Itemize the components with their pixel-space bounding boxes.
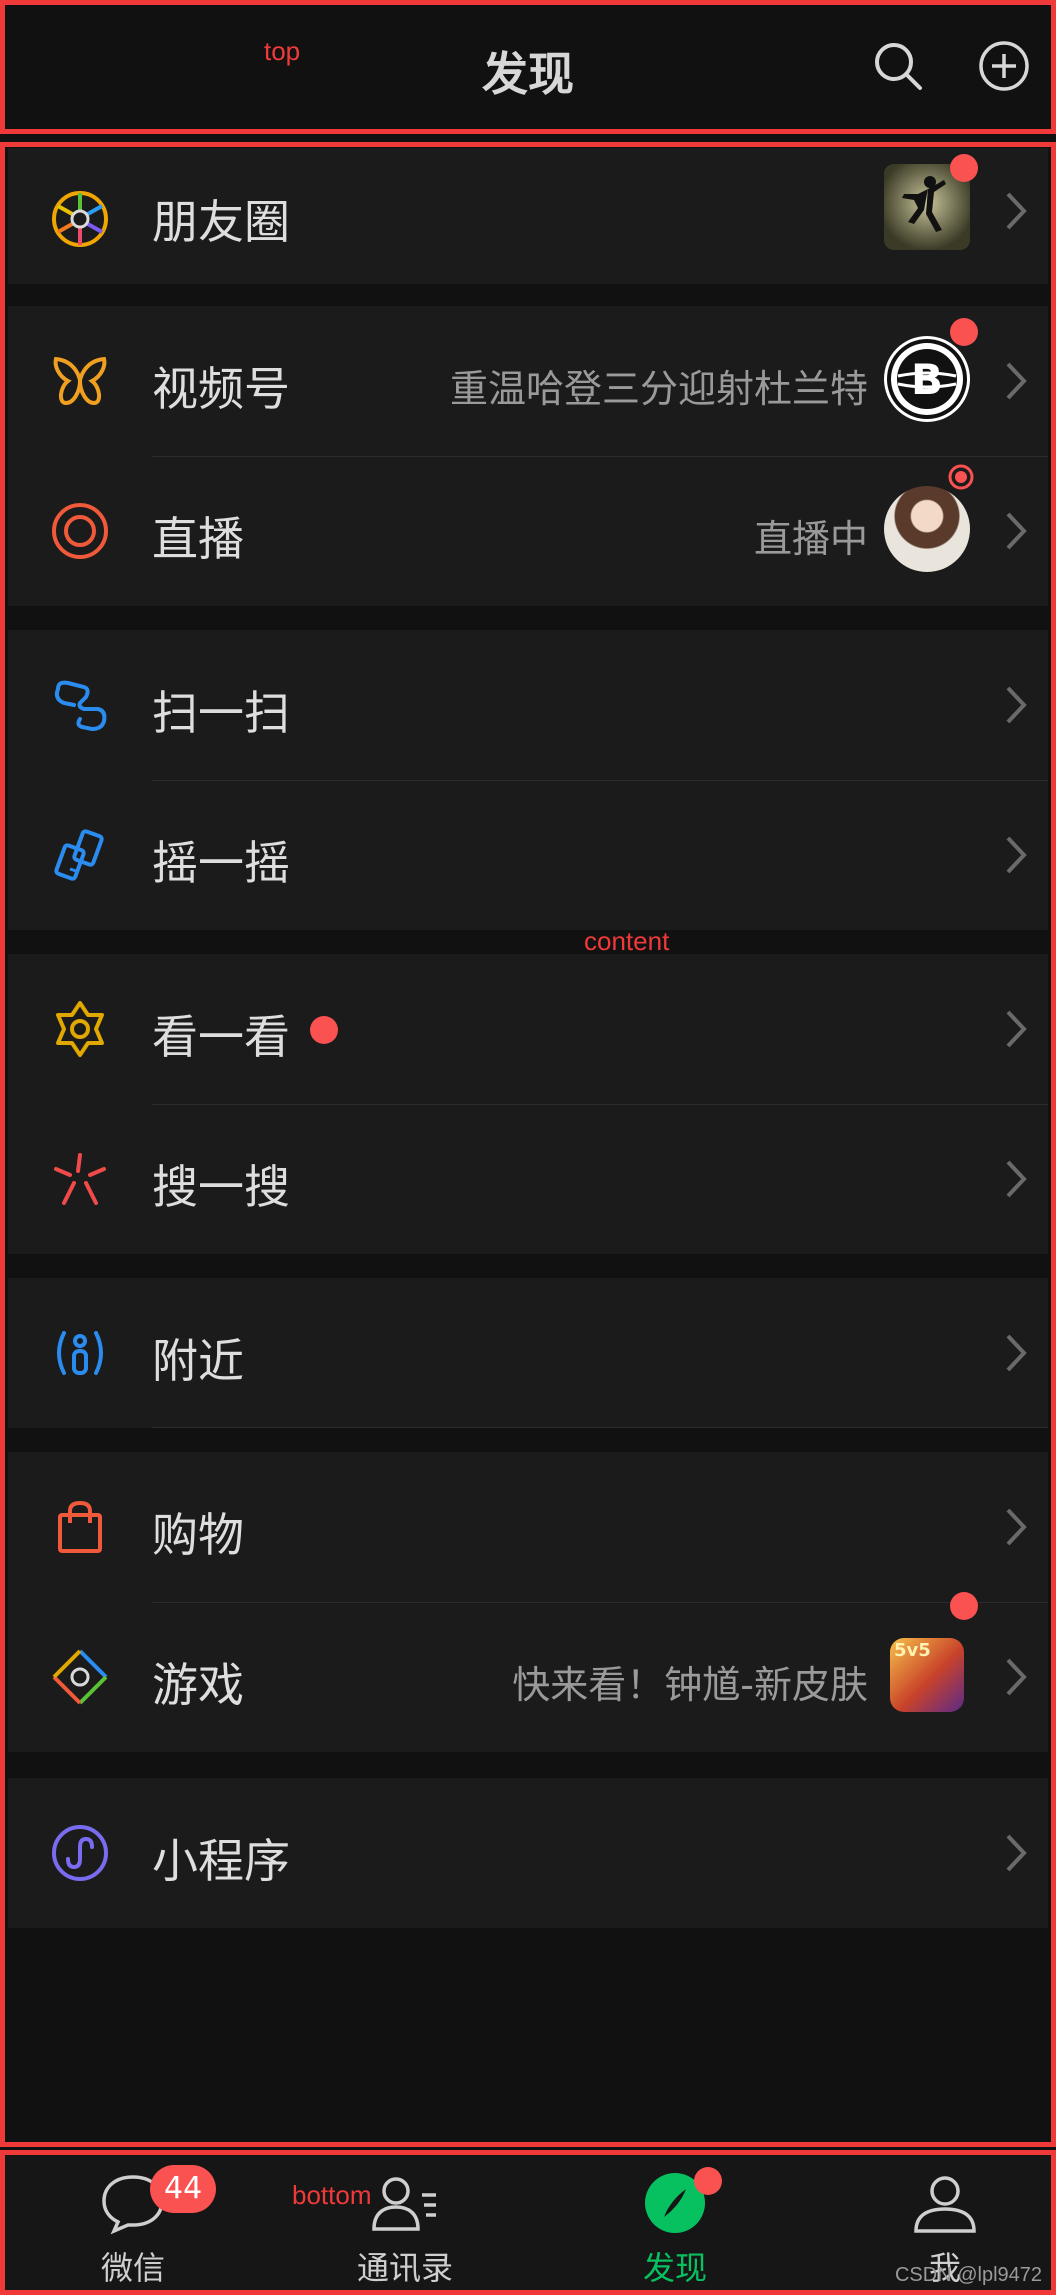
bottom-annotation: bottom: [292, 2180, 372, 2210]
content-annotation: content: [584, 926, 670, 956]
top-annotation: top: [264, 36, 301, 66]
content-region-outline: [0, 142, 1056, 2147]
bottom-region-outline: [0, 2150, 1056, 2295]
top-region-outline: [0, 0, 1056, 134]
